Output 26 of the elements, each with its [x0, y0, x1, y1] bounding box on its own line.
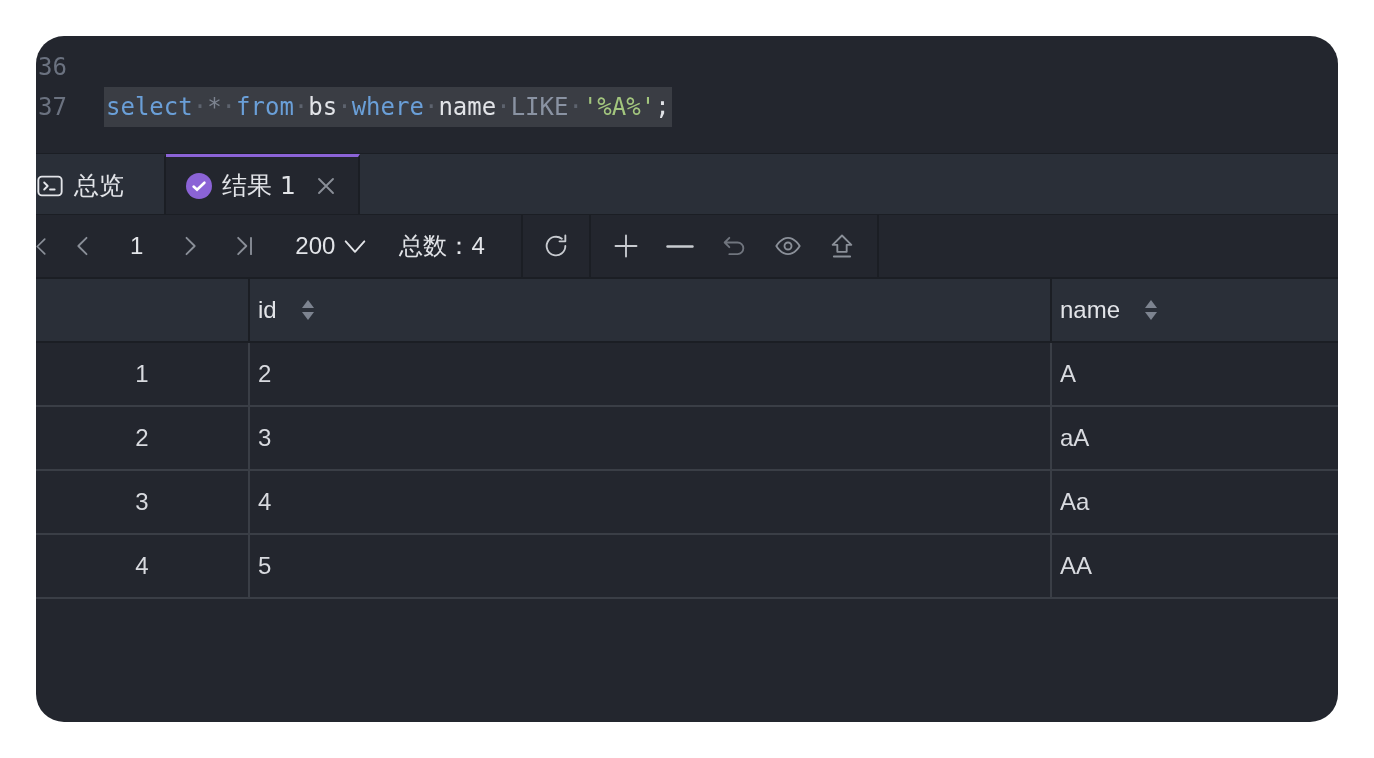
- page-number: 1: [130, 232, 144, 260]
- total-count: 总数：4: [399, 231, 485, 261]
- minus-icon: [665, 244, 694, 248]
- page-size-select[interactable]: 200: [295, 232, 370, 260]
- table-cell: A: [1050, 343, 1338, 407]
- sort-icon: [1144, 298, 1159, 322]
- line-number: 37: [38, 93, 68, 121]
- row-number: 2: [36, 407, 248, 471]
- check-circle-icon: [186, 172, 212, 199]
- sort-icon: [300, 298, 315, 322]
- result-tab[interactable]: 结果 1: [166, 154, 360, 214]
- table-cell: 2: [248, 343, 1050, 407]
- column-header[interactable]: name: [1050, 279, 1338, 343]
- row-number: 4: [36, 535, 248, 599]
- table-cell: 4: [248, 471, 1050, 535]
- row-number: 3: [36, 471, 248, 535]
- line-number: 36: [38, 53, 68, 81]
- table-cell: AA: [1050, 535, 1338, 599]
- table-cell: 5: [248, 535, 1050, 599]
- chevron-left-icon: [36, 237, 46, 255]
- column-header[interactable]: id: [248, 279, 1050, 343]
- row-number: 1: [36, 343, 248, 407]
- table-cell: 3: [248, 407, 1050, 471]
- table-cell: aA: [1050, 407, 1338, 471]
- result-tab[interactable]: 总览: [36, 154, 166, 214]
- table-cell: Aa: [1050, 471, 1338, 535]
